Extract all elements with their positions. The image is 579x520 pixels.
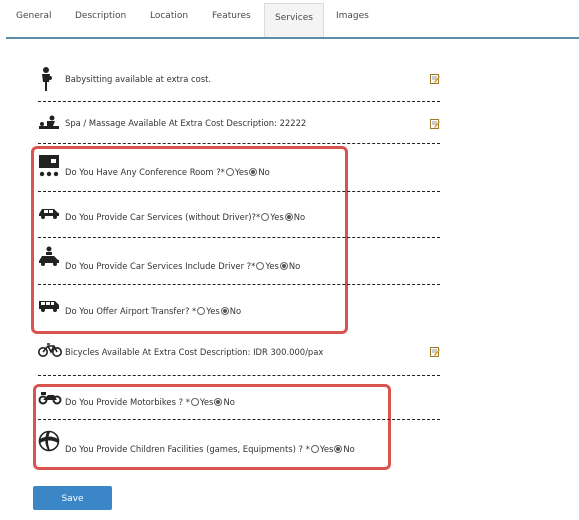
radio-yes[interactable] <box>190 398 199 406</box>
conference-room-icon <box>39 155 59 177</box>
car-with-driver-icon <box>39 246 59 266</box>
tab-description[interactable]: Description <box>75 11 126 21</box>
edit-icon[interactable] <box>430 74 440 84</box>
van-icon <box>39 301 59 312</box>
radio-no[interactable] <box>279 262 288 270</box>
tab-general[interactable]: General <box>16 11 51 21</box>
service-row-conference-room: Do You Have Any Conference Room ?* Yes No <box>38 154 440 182</box>
service-row-spa: Spa / Massage Available At Extra Cost De… <box>38 110 440 138</box>
service-label: Spa / Massage Available At Extra Cost De… <box>65 118 307 128</box>
radio-yes[interactable] <box>225 168 234 176</box>
car-icon <box>39 209 59 219</box>
service-question: Do You Provide Car Services (without Dri… <box>65 212 306 222</box>
radio-no[interactable] <box>249 168 258 176</box>
row-divider <box>38 419 440 420</box>
service-label: Bicycles Available At Extra Cost Descrip… <box>65 347 324 357</box>
radio-no[interactable] <box>214 398 223 406</box>
radio-yes-label: Yes <box>199 397 214 407</box>
tab-features[interactable]: Features <box>212 11 251 21</box>
tab-images[interactable]: Images <box>336 11 369 21</box>
radio-no-label: No <box>229 306 242 316</box>
row-divider <box>38 191 440 192</box>
radio-yes[interactable] <box>197 307 206 315</box>
babysitting-icon <box>42 67 52 91</box>
row-divider <box>38 143 440 144</box>
row-divider <box>38 375 440 376</box>
service-row-children-facilities: Do You Provide Children Facilities (game… <box>38 430 440 460</box>
radio-no-label: No <box>343 444 355 454</box>
service-row-bicycles: Bicycles Available At Extra Cost Descrip… <box>38 340 440 364</box>
service-question: Do You Have Any Conference Room ?* Yes No <box>65 167 270 177</box>
row-divider <box>38 237 440 238</box>
radio-no-label: No <box>258 167 270 177</box>
edit-icon[interactable] <box>430 347 440 357</box>
radio-no-label: No <box>223 397 235 407</box>
radio-no-label: No <box>288 261 301 271</box>
massage-icon <box>39 115 59 129</box>
service-row-motorbikes: Do You Provide Motorbikes ? * Yes No <box>38 390 440 414</box>
radio-no-label: No <box>293 212 306 222</box>
radio-yes-label: Yes <box>319 444 334 454</box>
radio-yes-label: Yes <box>234 167 249 177</box>
service-row-car-with-driver: Do You Provide Car Services Include Driv… <box>38 246 440 274</box>
save-button[interactable]: Save <box>33 486 112 510</box>
tab-bar: General Description Location Features Se… <box>0 0 579 39</box>
service-row-babysitting: Babysitting available at extra cost. <box>38 64 440 94</box>
radio-yes-label: Yes <box>270 212 284 222</box>
service-row-car-without-driver: Do You Provide Car Services (without Dri… <box>38 204 440 228</box>
row-divider <box>38 284 440 285</box>
radio-no[interactable] <box>284 213 293 221</box>
bicycle-icon <box>38 343 62 357</box>
row-divider <box>38 101 440 102</box>
radio-no[interactable] <box>220 307 229 315</box>
radio-yes[interactable] <box>261 213 270 221</box>
service-question: Do You Provide Children Facilities (game… <box>65 444 355 454</box>
service-row-airport-transfer: Do You Offer Airport Transfer? * Yes No <box>38 296 440 320</box>
service-question: Do You Provide Car Services Include Driv… <box>65 261 301 271</box>
motorbike-icon <box>38 392 62 405</box>
beach-ball-icon <box>38 430 60 452</box>
tab-location[interactable]: Location <box>150 11 188 21</box>
tab-services[interactable]: Services <box>264 3 324 37</box>
edit-icon[interactable] <box>430 119 440 129</box>
radio-yes-label: Yes <box>265 261 279 271</box>
radio-yes-label: Yes <box>206 306 220 316</box>
service-question: Do You Provide Motorbikes ? * Yes No <box>65 397 235 407</box>
radio-no[interactable] <box>334 445 343 453</box>
radio-yes[interactable] <box>256 262 265 270</box>
tab-underline <box>6 37 579 39</box>
service-question: Do You Offer Airport Transfer? * Yes No <box>65 306 242 316</box>
radio-yes[interactable] <box>310 445 319 453</box>
service-label: Babysitting available at extra cost. <box>65 74 212 84</box>
